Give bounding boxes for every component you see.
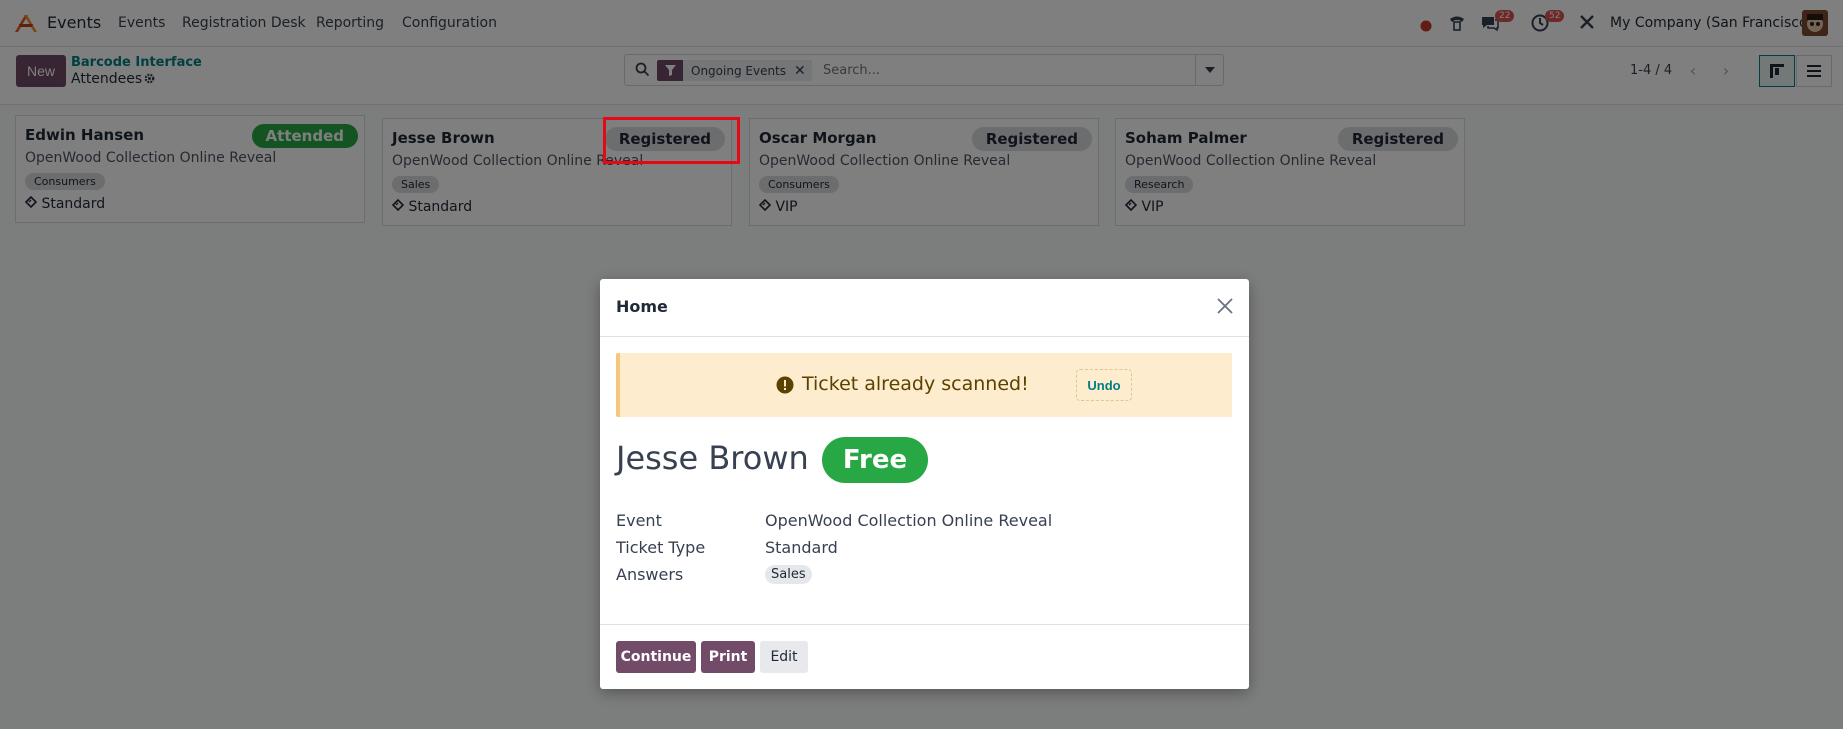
modal-footer: Continue Print Edit <box>600 624 1249 689</box>
continue-button[interactable]: Continue <box>616 641 696 673</box>
alert-message: Ticket already scanned! <box>802 373 1029 395</box>
close-icon[interactable] <box>1215 296 1235 316</box>
field-label-ticket-type: Ticket Type <box>616 538 706 557</box>
modal-title: Home <box>616 297 668 316</box>
field-value-event: OpenWood Collection Online Reveal <box>765 511 1053 530</box>
print-button[interactable]: Print <box>701 641 755 673</box>
answer-tag: Sales <box>765 565 812 584</box>
field-label-event: Event <box>616 511 662 530</box>
price-badge: Free <box>822 437 928 483</box>
scan-result-dialog: Home Ticket already scanned! Undo Jesse … <box>600 279 1249 689</box>
annotation-highlight <box>603 117 740 164</box>
attendee-full-name: Jesse Brown <box>616 439 809 477</box>
undo-button[interactable]: Undo <box>1076 369 1132 401</box>
warning-alert: Ticket already scanned! Undo <box>616 353 1232 417</box>
exclamation-circle-icon <box>776 376 794 398</box>
field-label-answers: Answers <box>616 565 684 584</box>
modal-header: Home <box>600 279 1249 337</box>
field-value-ticket-type: Standard <box>765 538 838 557</box>
edit-button[interactable]: Edit <box>760 641 808 673</box>
